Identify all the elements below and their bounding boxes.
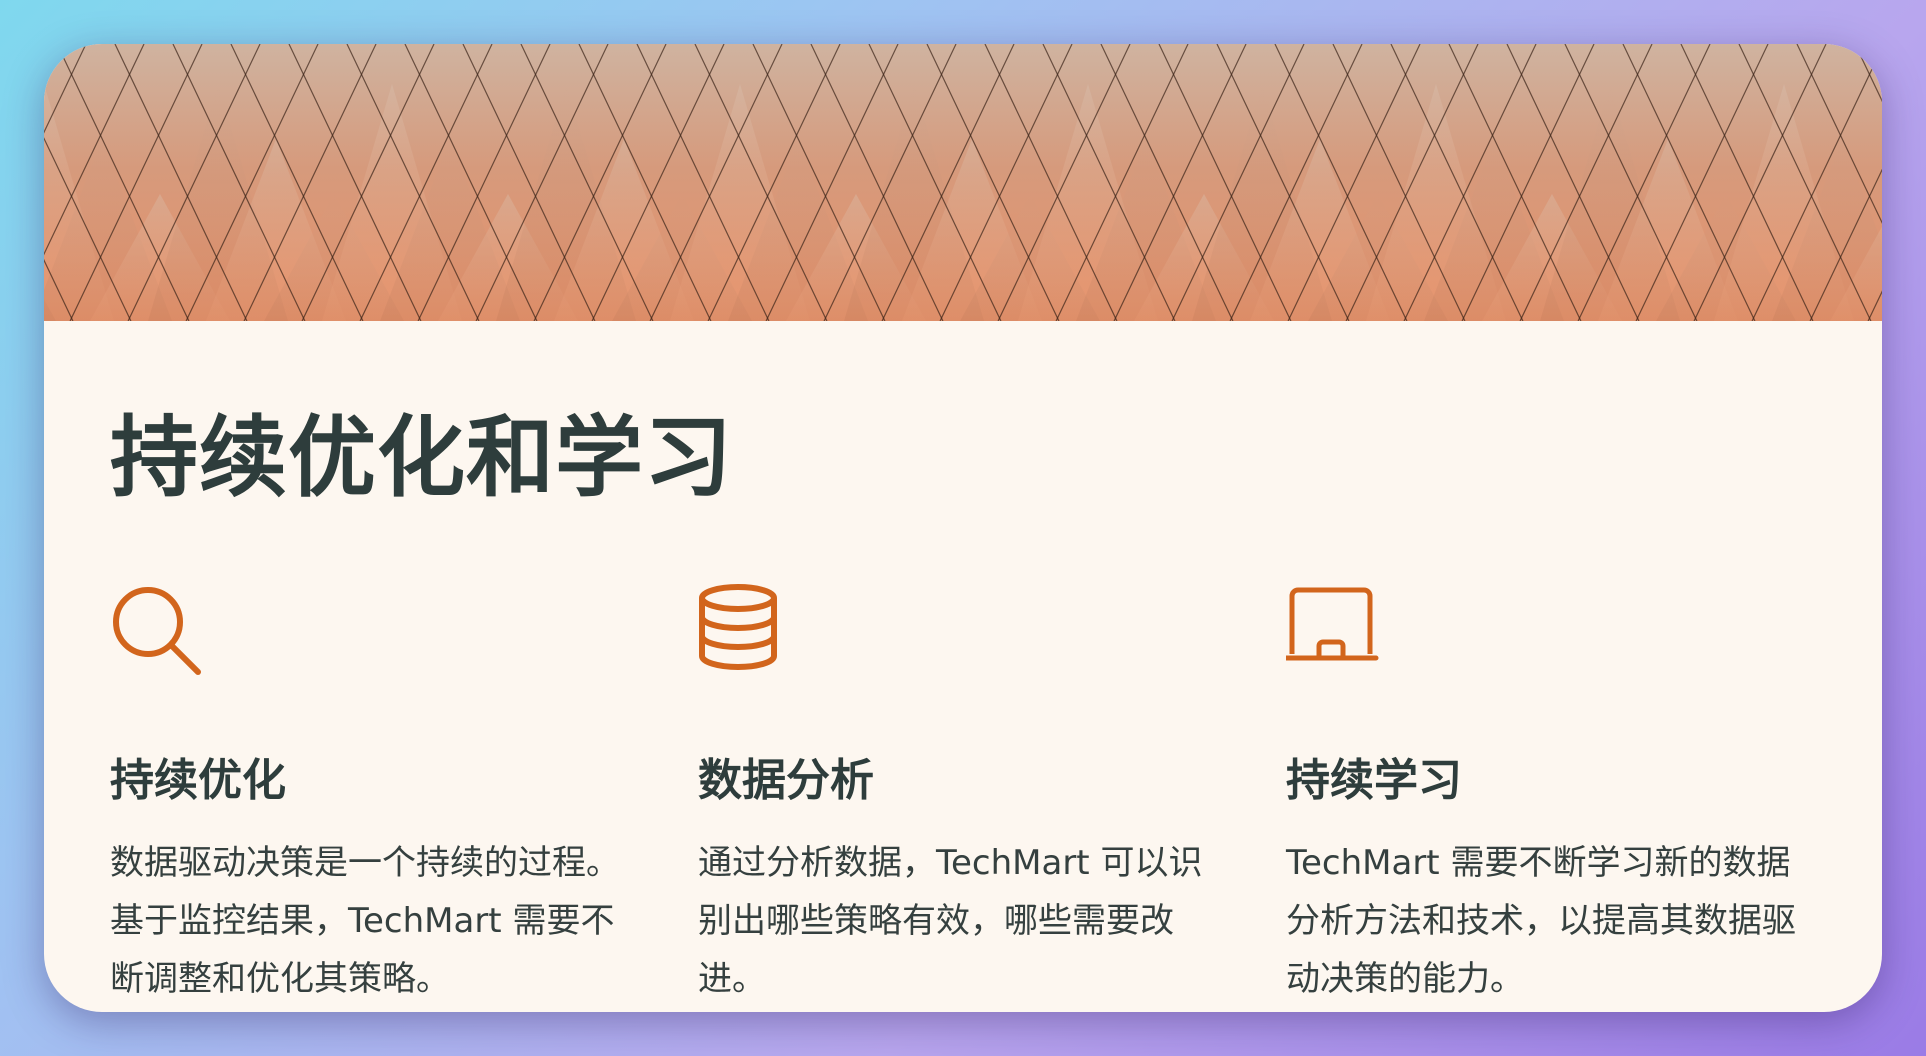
feature-description: 通过分析数据，TechMart 可以识别出哪些策略有效，哪些需要改进。 <box>698 843 1203 999</box>
diamond-pattern <box>44 44 1882 321</box>
database-icon <box>698 584 798 684</box>
feature-title: 持续学习 <box>1286 755 1462 806</box>
feature-title: 持续优化 <box>110 755 286 806</box>
search-icon <box>110 584 210 684</box>
banner-image <box>44 44 1882 321</box>
page-title: 持续优化和学习 <box>110 406 734 509</box>
feature-description: 数据驱动决策是一个持续的过程。基于监控结果，TechMart 需要不断调整和优化… <box>110 843 620 999</box>
content-card: 持续优化和学习 持续优化 数据驱动决策是一个持续的过程。基于监控结果，TechM… <box>44 44 1882 1012</box>
feature-description: TechMart 需要不断学习新的数据分析方法和技术，以提高其数据驱动决策的能力… <box>1286 843 1796 999</box>
laptop-icon <box>1283 584 1386 684</box>
feature-title: 数据分析 <box>698 755 874 806</box>
